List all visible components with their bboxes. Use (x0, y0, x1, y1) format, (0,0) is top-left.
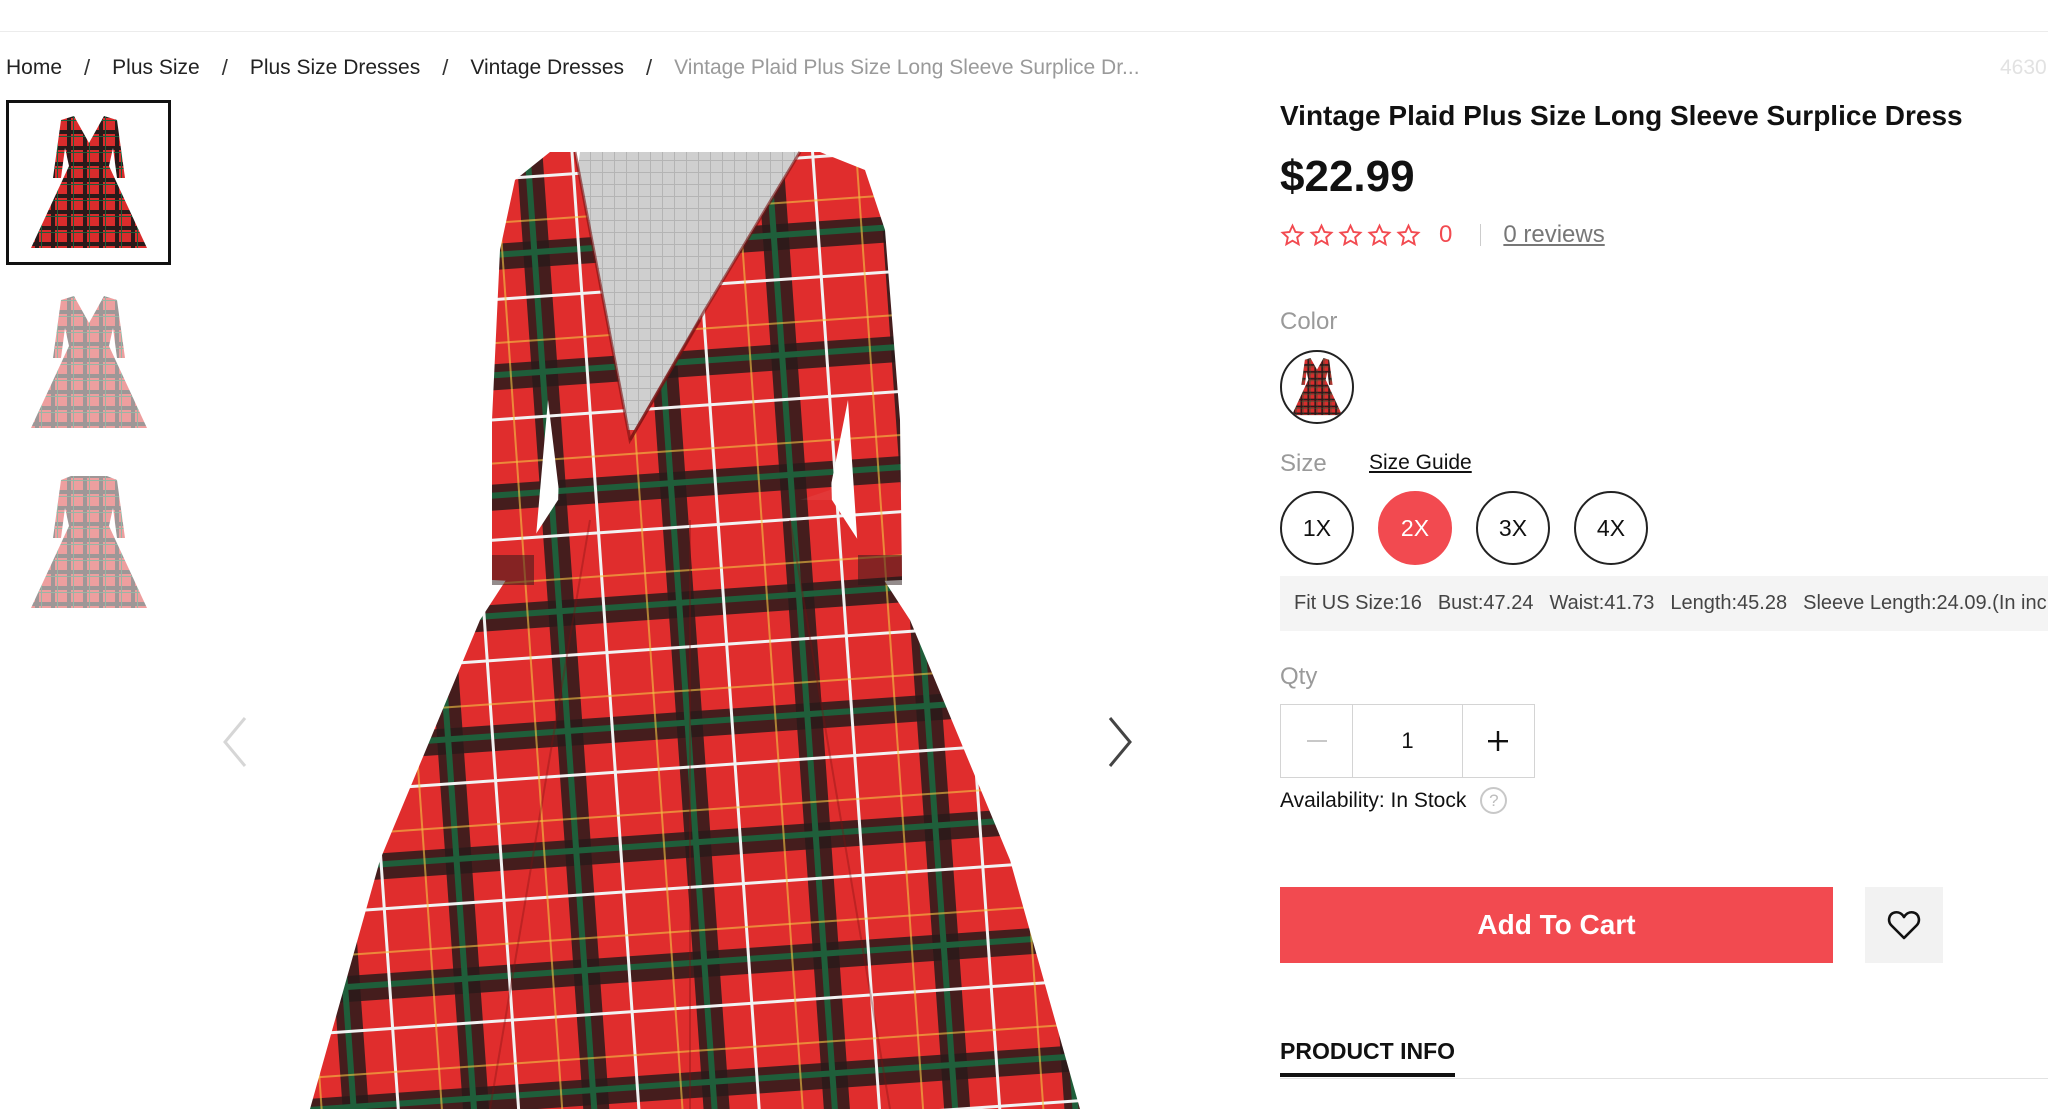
breadcrumb-separator: / (646, 55, 653, 80)
qty-input[interactable]: 1 (1352, 705, 1463, 777)
star-outline-icon (1309, 222, 1334, 246)
size-options: 1X 2X 3X 4X (1280, 491, 1648, 565)
product-info-panel: Vintage Plaid Plus Size Long Sleeve Surp… (1280, 0, 2048, 1109)
dress-thumbnail-image (30, 115, 147, 248)
dress-image (310, 151, 1080, 1109)
size-option-4x[interactable]: 4X (1574, 491, 1648, 565)
product-title: Vintage Plaid Plus Size Long Sleeve Surp… (1280, 100, 1963, 131)
breadcrumb: Home / Plus Size / Plus Size Dresses / V… (6, 54, 1140, 82)
rating-count: 0 (1439, 221, 1453, 248)
star-outline-icon (1396, 222, 1421, 246)
product-price: $22.99 (1280, 152, 1415, 201)
size-label: Size (1280, 450, 1327, 477)
rating-stars (1280, 222, 1421, 248)
tabs-divider (1280, 1078, 2048, 1079)
size-option-1x[interactable]: 1X (1280, 491, 1354, 565)
availability-status: Availability: In Stock ? (1280, 787, 1508, 814)
thumbnail-back[interactable] (6, 280, 171, 445)
breadcrumb-home[interactable]: Home (6, 56, 62, 80)
thumbnail-detail[interactable] (6, 460, 171, 625)
chevron-left-icon (223, 717, 247, 767)
fit-sleeve-length: Sleeve Length:24.09.(In inch) (1803, 592, 2048, 614)
breadcrumb-vintage-dresses[interactable]: Vintage Dresses (470, 56, 624, 80)
fit-us-size: Fit US Size:16 (1294, 592, 1422, 614)
quantity-stepper: 1 (1280, 704, 1535, 778)
star-outline-icon (1280, 222, 1305, 246)
breadcrumb-plus-size[interactable]: Plus Size (112, 56, 200, 80)
size-guide-link[interactable]: Size Guide (1369, 451, 1472, 475)
breadcrumb-separator: / (221, 55, 228, 80)
wishlist-button[interactable] (1865, 887, 1943, 963)
product-main-image (230, 100, 1160, 1109)
size-option-2x[interactable]: 2X (1378, 491, 1452, 565)
size-fit-details: Fit US Size:16 Bust:47.24 Waist:41.73 Le… (1280, 576, 2048, 631)
dress-thumbnail-image (30, 475, 147, 608)
breadcrumb-plus-size-dresses[interactable]: Plus Size Dresses (250, 56, 420, 80)
minus-icon (1306, 740, 1327, 742)
star-outline-icon (1367, 222, 1392, 246)
star-outline-icon (1338, 222, 1363, 246)
plus-icon (1488, 731, 1509, 751)
gallery-next-button[interactable] (1098, 712, 1142, 772)
color-label: Color (1280, 308, 1338, 335)
heart-icon (1887, 910, 1921, 940)
size-option-3x[interactable]: 3X (1476, 491, 1550, 565)
dress-thumbnail-image (30, 295, 147, 428)
rating-divider (1480, 224, 1482, 246)
color-swatch-plaid[interactable] (1280, 350, 1354, 424)
fit-bust: Bust:47.24 (1437, 592, 1534, 614)
reviews-link[interactable]: 0 reviews (1503, 221, 1604, 249)
add-to-cart-button[interactable]: Add To Cart (1280, 887, 1833, 963)
availability-text: Availability: In Stock (1280, 788, 1467, 812)
help-icon[interactable]: ? (1480, 787, 1508, 814)
tab-product-info[interactable]: PRODUCT INFO (1280, 1038, 1456, 1077)
chevron-right-icon (1108, 717, 1132, 767)
thumbnail-front[interactable] (6, 100, 171, 265)
dress-swatch-image (1291, 357, 1343, 416)
qty-decrease-button[interactable] (1281, 705, 1352, 777)
gallery-prev-button[interactable] (213, 712, 257, 772)
qty-label: Qty (1280, 663, 1318, 690)
breadcrumb-current: Vintage Plaid Plus Size Long Sleeve Surp… (674, 56, 1140, 79)
breadcrumb-separator: / (84, 55, 91, 80)
qty-increase-button[interactable] (1463, 705, 1534, 777)
breadcrumb-separator: / (442, 55, 449, 80)
fit-waist: Waist:41.73 (1549, 592, 1655, 614)
product-rating: 0 0 reviews (1280, 220, 1605, 250)
fit-length: Length:45.28 (1670, 592, 1788, 614)
